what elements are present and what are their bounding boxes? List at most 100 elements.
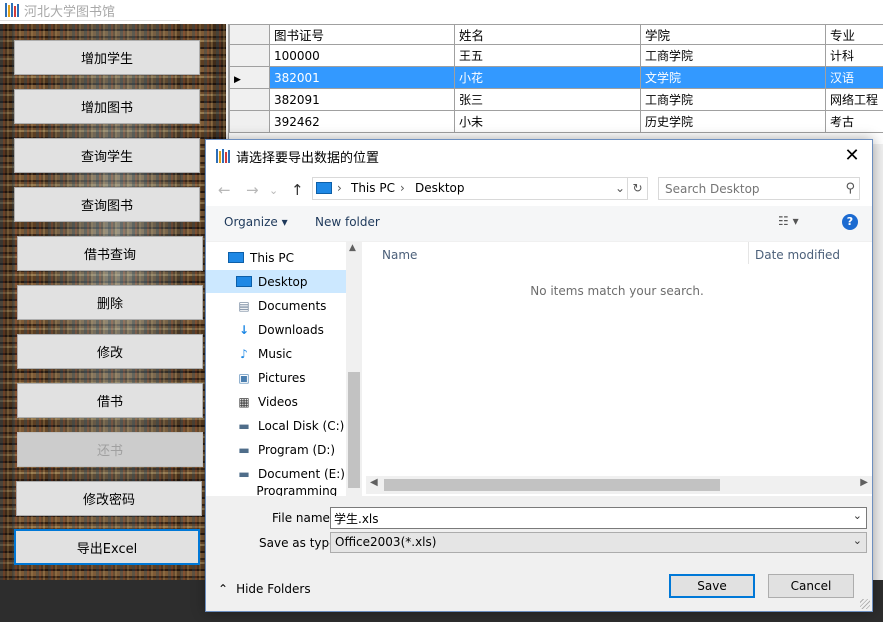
save-button[interactable]: Save [669, 574, 755, 598]
column-divider[interactable] [748, 242, 749, 264]
cancel-button[interactable]: Cancel [768, 574, 854, 598]
file-name-combo[interactable]: ⌄ [330, 507, 867, 529]
forward-arrow-icon[interactable]: → [246, 181, 259, 199]
breadcrumb-separator-icon[interactable]: › [337, 181, 342, 195]
help-icon[interactable]: ? [842, 214, 858, 230]
nav-pane-scrollbar[interactable]: ▲ [346, 242, 362, 496]
computer-icon [316, 182, 332, 194]
tree-item-label: Programming (F: [256, 483, 338, 497]
back-arrow-icon[interactable]: ← [218, 181, 231, 199]
tree-item-label: This PC [250, 250, 294, 265]
chevron-down-icon[interactable]: ⌄ [853, 534, 862, 547]
cell-college[interactable]: 历史学院 [640, 110, 826, 133]
return-book-button[interactable]: 还书 [17, 432, 203, 467]
tree-item-label: Program (D:) [258, 442, 336, 457]
column-header-college[interactable]: 学院 [640, 24, 826, 45]
breadcrumb-desktop[interactable]: Desktop [415, 181, 465, 195]
tree-item-music[interactable]: ♪ Music [206, 342, 346, 365]
close-icon[interactable]: ✕ [840, 144, 864, 168]
cell-major[interactable]: 考古 [825, 110, 883, 133]
scroll-right-icon[interactable]: ▶ [860, 477, 868, 488]
breadcrumb-this-pc[interactable]: This PC [351, 181, 395, 195]
cell-card-id[interactable]: 382001 [269, 66, 455, 89]
tree-item-label: Pictures [258, 370, 306, 385]
cell-name[interactable]: 张三 [454, 88, 641, 111]
borrow-book-button[interactable]: 借书 [17, 383, 203, 418]
tree-item-downloads[interactable]: ↓ Downloads [206, 318, 346, 341]
hide-folders-toggle[interactable]: ⌃ Hide Folders [218, 582, 311, 596]
cell-college[interactable]: 文学院 [640, 66, 826, 89]
row-header[interactable] [229, 44, 270, 67]
chevron-down-icon[interactable]: ⌄ [853, 509, 862, 522]
refresh-icon[interactable]: ↻ [627, 178, 647, 199]
scroll-up-icon[interactable]: ▲ [349, 243, 356, 253]
recent-chevron-down-icon[interactable]: ⌄ [269, 184, 278, 197]
cell-major[interactable]: 网络工程 [825, 88, 883, 111]
row-header[interactable]: ▶ [229, 66, 270, 89]
borrow-query-button[interactable]: 借书查询 [17, 236, 203, 271]
tree-item-desktop[interactable]: Desktop [206, 270, 346, 293]
query-student-button[interactable]: 查询学生 [14, 138, 200, 173]
column-header-name[interactable]: 姓名 [454, 24, 641, 45]
tree-item-videos[interactable]: ▦ Videos [206, 390, 346, 413]
column-header-name[interactable]: Name [382, 248, 417, 262]
cell-card-id[interactable]: 100000 [269, 44, 455, 67]
chevron-down-icon[interactable]: ⌄ [615, 181, 625, 195]
tree-item-pictures[interactable]: ▣ Pictures [206, 366, 346, 389]
add-student-button[interactable]: 增加学生 [14, 40, 200, 75]
table-row[interactable]: 100000 王五 工商学院 计科 [229, 44, 883, 67]
address-bar[interactable]: › This PC › Desktop ⌄ ↻ [312, 177, 648, 200]
delete-button[interactable]: 删除 [17, 285, 203, 320]
command-bar: Organize ▾ New folder ☷ ▾ ? [206, 206, 872, 242]
column-header-major[interactable]: 专业 [825, 24, 883, 45]
scrollbar-thumb[interactable] [384, 479, 720, 491]
navigation-pane[interactable]: This PC Desktop ▤ Documents ↓ Downloads … [206, 242, 362, 496]
cell-name[interactable]: 小花 [454, 66, 641, 89]
query-book-button[interactable]: 查询图书 [14, 187, 200, 222]
search-input[interactable] [665, 180, 835, 197]
tree-item-label: Documents [258, 298, 327, 313]
change-password-button[interactable]: 修改密码 [16, 481, 202, 516]
table-row[interactable]: 382091 张三 工商学院 网络工程 [229, 88, 883, 111]
search-box[interactable]: ⚲ [658, 177, 860, 200]
tree-item-this-pc[interactable]: This PC [206, 246, 346, 269]
export-excel-button[interactable]: 导出Excel [14, 529, 200, 565]
scroll-left-icon[interactable]: ◀ [370, 477, 378, 488]
file-list[interactable]: Name Date modified No items match your s… [362, 242, 872, 496]
view-options[interactable]: ☷ ▾ [778, 214, 799, 228]
cell-card-id[interactable]: 382091 [269, 88, 455, 111]
row-header[interactable] [229, 88, 270, 111]
cell-college[interactable]: 工商学院 [640, 88, 826, 111]
column-header-card-id[interactable]: 图书证号 [269, 24, 455, 45]
cell-card-id[interactable]: 392462 [269, 110, 455, 133]
add-book-button[interactable]: 增加图书 [14, 89, 200, 124]
scrollbar-thumb[interactable] [348, 372, 360, 488]
student-grid[interactable]: 图书证号 姓名 学院 专业 100000 王五 工商学院 计科 ▶ 382001… [228, 24, 883, 144]
file-list-horizontal-scrollbar[interactable]: ◀ ▶ [366, 476, 872, 494]
tree-item-program-d[interactable]: ▬ Program (D:) [206, 438, 346, 461]
modify-button[interactable]: 修改 [17, 334, 203, 369]
desktop-icon [236, 276, 252, 287]
column-header-date-modified[interactable]: Date modified [755, 248, 840, 262]
tree-item-document-e[interactable]: ▬ Document (E:) [206, 462, 346, 485]
file-name-input[interactable] [334, 510, 834, 526]
table-row[interactable]: 392462 小未 历史学院 考古 [229, 110, 883, 133]
cell-major[interactable]: 计科 [825, 44, 883, 67]
cell-major[interactable]: 汉语 [825, 66, 883, 89]
resize-grip-icon[interactable] [860, 599, 870, 609]
breadcrumb-separator-icon[interactable]: › [400, 181, 405, 195]
cell-name[interactable]: 小未 [454, 110, 641, 133]
tree-item-local-disk-c[interactable]: ▬ Local Disk (C:) [206, 414, 346, 437]
organize-menu[interactable]: Organize ▾ [224, 215, 288, 229]
row-header[interactable] [229, 110, 270, 133]
cell-college[interactable]: 工商学院 [640, 44, 826, 67]
grid-corner-cell [229, 24, 270, 45]
tree-item-documents[interactable]: ▤ Documents [206, 294, 346, 317]
search-icon[interactable]: ⚲ [845, 181, 855, 196]
cell-name[interactable]: 王五 [454, 44, 641, 67]
tree-item-programming-f[interactable]: ▬ Programming (F: [206, 483, 346, 497]
new-folder-button[interactable]: New folder [315, 215, 380, 229]
up-arrow-icon[interactable]: ↑ [291, 181, 304, 199]
table-row-selected[interactable]: ▶ 382001 小花 文学院 汉语 [229, 66, 883, 89]
save-as-type-select[interactable]: Office2003(*.xls) ⌄ [330, 532, 867, 553]
